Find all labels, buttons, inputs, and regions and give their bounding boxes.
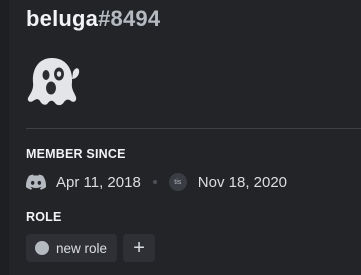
discord-join-date: Apr 11, 2018: [56, 173, 141, 191]
role-pill[interactable]: new role: [26, 234, 118, 262]
role-title: ROLE: [26, 210, 62, 224]
discriminator: #8494: [98, 6, 161, 31]
add-role-button[interactable]: +: [123, 234, 156, 262]
server-icon-text: tis: [174, 178, 182, 186]
member-since-row: Apr 11, 2018 tis Nov 18, 2020: [26, 170, 287, 194]
user-profile-popout: beluga#8494 MEMBER SINCE Apr 11, 2018 ti…: [0, 0, 361, 275]
plus-icon: +: [133, 236, 145, 259]
role-color-dot[interactable]: [35, 241, 49, 255]
server-join-date: Nov 18, 2020: [197, 173, 288, 191]
discord-logo-icon: [26, 174, 46, 190]
role-label: new role: [56, 240, 108, 256]
role-list: new role +: [26, 234, 156, 262]
server-icon: tis: [168, 173, 187, 191]
username-header: beluga#8494: [26, 6, 160, 32]
member-since-title: MEMBER SINCE: [26, 147, 126, 161]
separator-dot: [152, 180, 157, 184]
ghost-icon: [27, 58, 80, 106]
panel-edge: [0, 0, 9, 275]
username: beluga: [26, 6, 99, 31]
section-divider: [26, 128, 361, 129]
